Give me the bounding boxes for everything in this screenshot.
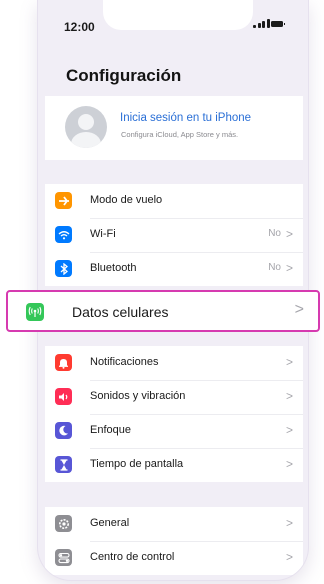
- hourglass-icon: [55, 456, 72, 473]
- settings-row-label: Bluetooth: [90, 262, 137, 274]
- profile-subtitle: Configura iCloud, App Store y más.: [121, 130, 239, 139]
- chevron-right-icon: >: [285, 261, 293, 275]
- chevron-right-icon: >: [285, 457, 293, 471]
- status-time: 12:00: [64, 20, 95, 34]
- settings-row-cellular-data[interactable]: Datos celulares >: [6, 290, 320, 332]
- settings-row-focus[interactable]: Enfoque >: [45, 414, 303, 448]
- settings-row-general[interactable]: General >: [45, 507, 303, 541]
- settings-row-label: Sonidos y vibración: [90, 390, 186, 402]
- chevron-right-icon: >: [285, 227, 293, 241]
- settings-row-wifi[interactable]: Wi-Fi No >: [45, 218, 303, 252]
- bluetooth-status-value: No: [268, 262, 281, 273]
- settings-row-bluetooth[interactable]: Bluetooth No >: [45, 252, 303, 286]
- page-title: Configuración: [66, 66, 182, 85]
- bell-icon: [55, 354, 72, 371]
- settings-group-connectivity: Modo de vuelo Wi-Fi No > Bluetooth No >: [45, 184, 303, 286]
- notch: [103, 0, 254, 30]
- settings-row-airplane[interactable]: Modo de vuelo: [45, 184, 303, 218]
- settings-row-sounds[interactable]: Sonidos y vibración >: [45, 380, 303, 414]
- chevron-right-icon: >: [285, 355, 293, 369]
- bluetooth-icon: [55, 260, 72, 277]
- settings-row-label: Notificaciones: [90, 356, 159, 368]
- chevron-right-icon: >: [285, 389, 293, 403]
- wifi-icon: [55, 226, 72, 243]
- settings-row-label: General: [90, 517, 130, 529]
- settings-row-notifications[interactable]: Notificaciones >: [45, 346, 303, 380]
- settings-row-control-center[interactable]: Centro de control >: [45, 541, 303, 575]
- settings-group-general: General > Centro de control >: [45, 507, 303, 575]
- chevron-right-icon: >: [285, 423, 293, 437]
- settings-row-label: Datos celulares: [72, 304, 169, 320]
- settings-group-notifications: Notificaciones > Sonidos y vibración > E…: [45, 346, 303, 482]
- signal-icon: [253, 19, 270, 28]
- antenna-icon: [26, 303, 44, 321]
- profile-signin-link[interactable]: Inicia sesión en tu iPhone: [120, 112, 251, 124]
- moon-icon: [55, 422, 72, 439]
- settings-row-label: Wi-Fi: [90, 228, 116, 240]
- avatar: [65, 106, 107, 148]
- profile-card[interactable]: Inicia sesión en tu iPhone Configura iCl…: [45, 96, 303, 160]
- settings-row-label: Tiempo de pantalla: [90, 458, 184, 470]
- settings-row-label: Modo de vuelo: [90, 194, 163, 206]
- battery-icon: [271, 21, 285, 27]
- chevron-right-icon: >: [285, 550, 293, 564]
- toggles-icon: [55, 549, 72, 566]
- wifi-status-value: No: [268, 228, 281, 239]
- airplane-icon: [55, 192, 72, 209]
- chevron-right-icon: >: [285, 516, 293, 530]
- chevron-right-icon: >: [294, 301, 304, 318]
- gear-icon: [55, 515, 72, 532]
- settings-row-label: Centro de control: [90, 551, 175, 563]
- settings-row-screen-time[interactable]: Tiempo de pantalla >: [45, 448, 303, 482]
- speaker-icon: [55, 388, 72, 405]
- settings-row-label: Enfoque: [90, 424, 131, 436]
